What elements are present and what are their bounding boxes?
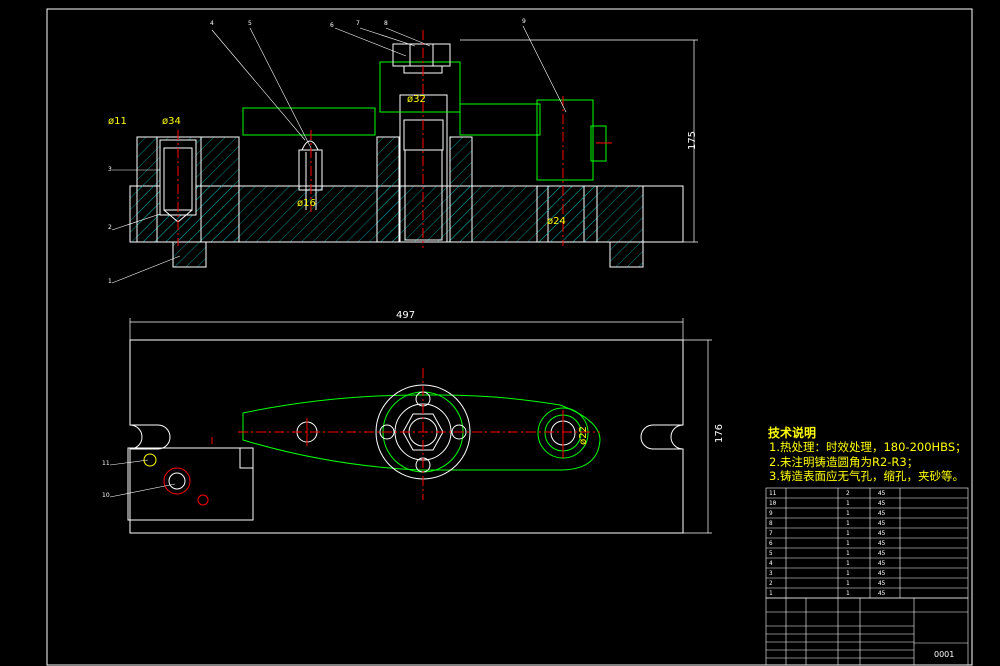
balloon-1: 1 <box>108 278 112 285</box>
bom-row: 5 1 45 <box>769 550 886 557</box>
balloon-6: 6 <box>330 22 334 29</box>
dim-hole-d22: ø22 <box>577 426 589 445</box>
front-view <box>111 25 698 284</box>
tech-note-1: 1.热处理：时效处理，180-200HBS； <box>769 440 967 454</box>
hex-nut <box>392 43 451 67</box>
bom-row: 9 1 45 <box>769 510 886 517</box>
balloon-8: 8 <box>384 20 388 27</box>
tech-note-3: 3.铸造表面应无气孔，缩孔，夹砂等。 <box>769 469 964 483</box>
bom-row: 4 1 45 <box>769 560 886 567</box>
bom-row: 7 1 45 <box>769 530 886 537</box>
bom-row: 8 1 45 <box>769 520 886 527</box>
balloon-7: 7 <box>356 20 360 27</box>
drawing-code: 0001 <box>934 650 955 659</box>
balloon-2: 2 <box>108 224 112 231</box>
dim-hole-d24: ø24 <box>547 216 566 227</box>
balloon-5: 5 <box>248 20 252 27</box>
dim-hole-d16: ø16 <box>297 198 316 209</box>
dim-length: 497 <box>396 310 416 321</box>
dim-hole-d32: ø32 <box>407 94 426 105</box>
balloon-11: 11 <box>102 460 110 467</box>
balloon-9: 9 <box>522 18 526 25</box>
side-block <box>127 447 254 521</box>
balloon-10: 10 <box>102 492 110 499</box>
balloon-3: 3 <box>108 166 112 173</box>
bom-row: 6 1 45 <box>769 540 886 547</box>
dim-hole-d11: ø11 <box>108 116 127 127</box>
bom-row: 3 1 45 <box>769 570 886 577</box>
bom-row: 10 1 45 <box>769 500 886 507</box>
clamp-arm-front <box>242 107 376 136</box>
right-foot <box>609 241 644 268</box>
balloon-4: 4 <box>210 20 214 27</box>
bom-row: 1 1 45 <box>769 590 886 597</box>
bom-row: 2 1 45 <box>769 580 886 587</box>
top-view <box>109 318 712 534</box>
dim-hole-d34: ø34 <box>162 116 181 127</box>
dim-width: 176 <box>714 423 726 444</box>
bom-row: 11 2 45 <box>769 490 886 497</box>
dim-height: 175 <box>687 130 699 151</box>
